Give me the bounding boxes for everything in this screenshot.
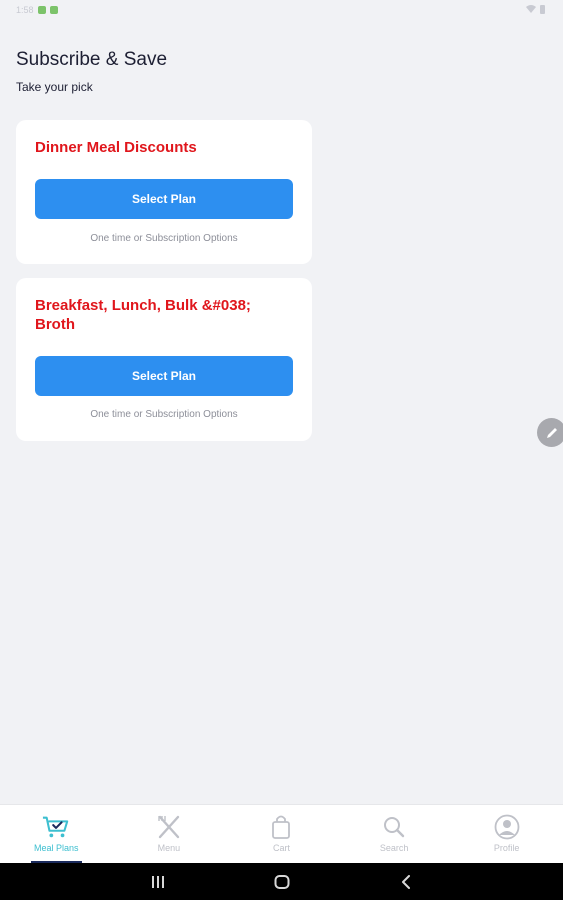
page-subtitle: Take your pick [16, 80, 93, 94]
wifi-icon [526, 5, 536, 13]
nav-item-meal-plans[interactable]: Meal Plans [0, 805, 113, 864]
page-title: Subscribe & Save [16, 49, 168, 70]
status-time: 1:58 [16, 5, 34, 15]
nav-item-cart[interactable]: Cart [225, 805, 338, 864]
plan-title: Dinner Meal Discounts [35, 139, 197, 156]
plan-note: One time or Subscription Options [90, 409, 238, 420]
back-button[interactable] [386, 863, 426, 900]
nav-label: Meal Plans [34, 843, 79, 853]
nav-label: Search [379, 843, 409, 853]
select-plan-button[interactable]: Select Plan [35, 179, 293, 219]
profile-icon [493, 813, 521, 841]
home-button[interactable] [262, 863, 302, 900]
cart-check-icon [42, 813, 70, 841]
plan-note: One time or Subscription Options [90, 233, 238, 244]
select-plan-button[interactable]: Select Plan [35, 356, 293, 396]
pencil-icon [546, 427, 557, 438]
nav-label: Cart [272, 843, 290, 853]
search-icon [380, 813, 408, 841]
battery-icon [540, 5, 545, 14]
status-bar: 1:58 [0, 0, 563, 22]
recents-button[interactable] [138, 863, 178, 900]
bottom-nav: Meal Plans Menu Cart Search Profile [0, 804, 563, 864]
bag-icon [267, 813, 295, 841]
nav-label: Menu [157, 843, 181, 853]
fork-knife-icon [155, 813, 183, 841]
nav-label: Profile [493, 843, 520, 853]
recents-icon [152, 875, 164, 888]
back-icon [402, 874, 410, 889]
edit-button[interactable] [537, 418, 563, 447]
plan-card-breakfast-lunch: Breakfast, Lunch, Bulk &#038; Broth Sele… [16, 278, 312, 441]
status-left: 1:58 [16, 5, 58, 15]
status-right [526, 5, 545, 14]
nav-item-search[interactable]: Search [338, 805, 451, 864]
android-icon [37, 6, 46, 14]
home-icon [274, 874, 290, 889]
nav-item-profile[interactable]: Profile [450, 805, 563, 864]
plan-card-dinner: Dinner Meal Discounts Select Plan One ti… [16, 120, 312, 264]
nav-item-menu[interactable]: Menu [113, 805, 226, 864]
plan-title: Breakfast, Lunch, Bulk &#038; Broth [35, 297, 251, 333]
system-nav-bar [0, 863, 563, 900]
android-icon [49, 6, 58, 14]
